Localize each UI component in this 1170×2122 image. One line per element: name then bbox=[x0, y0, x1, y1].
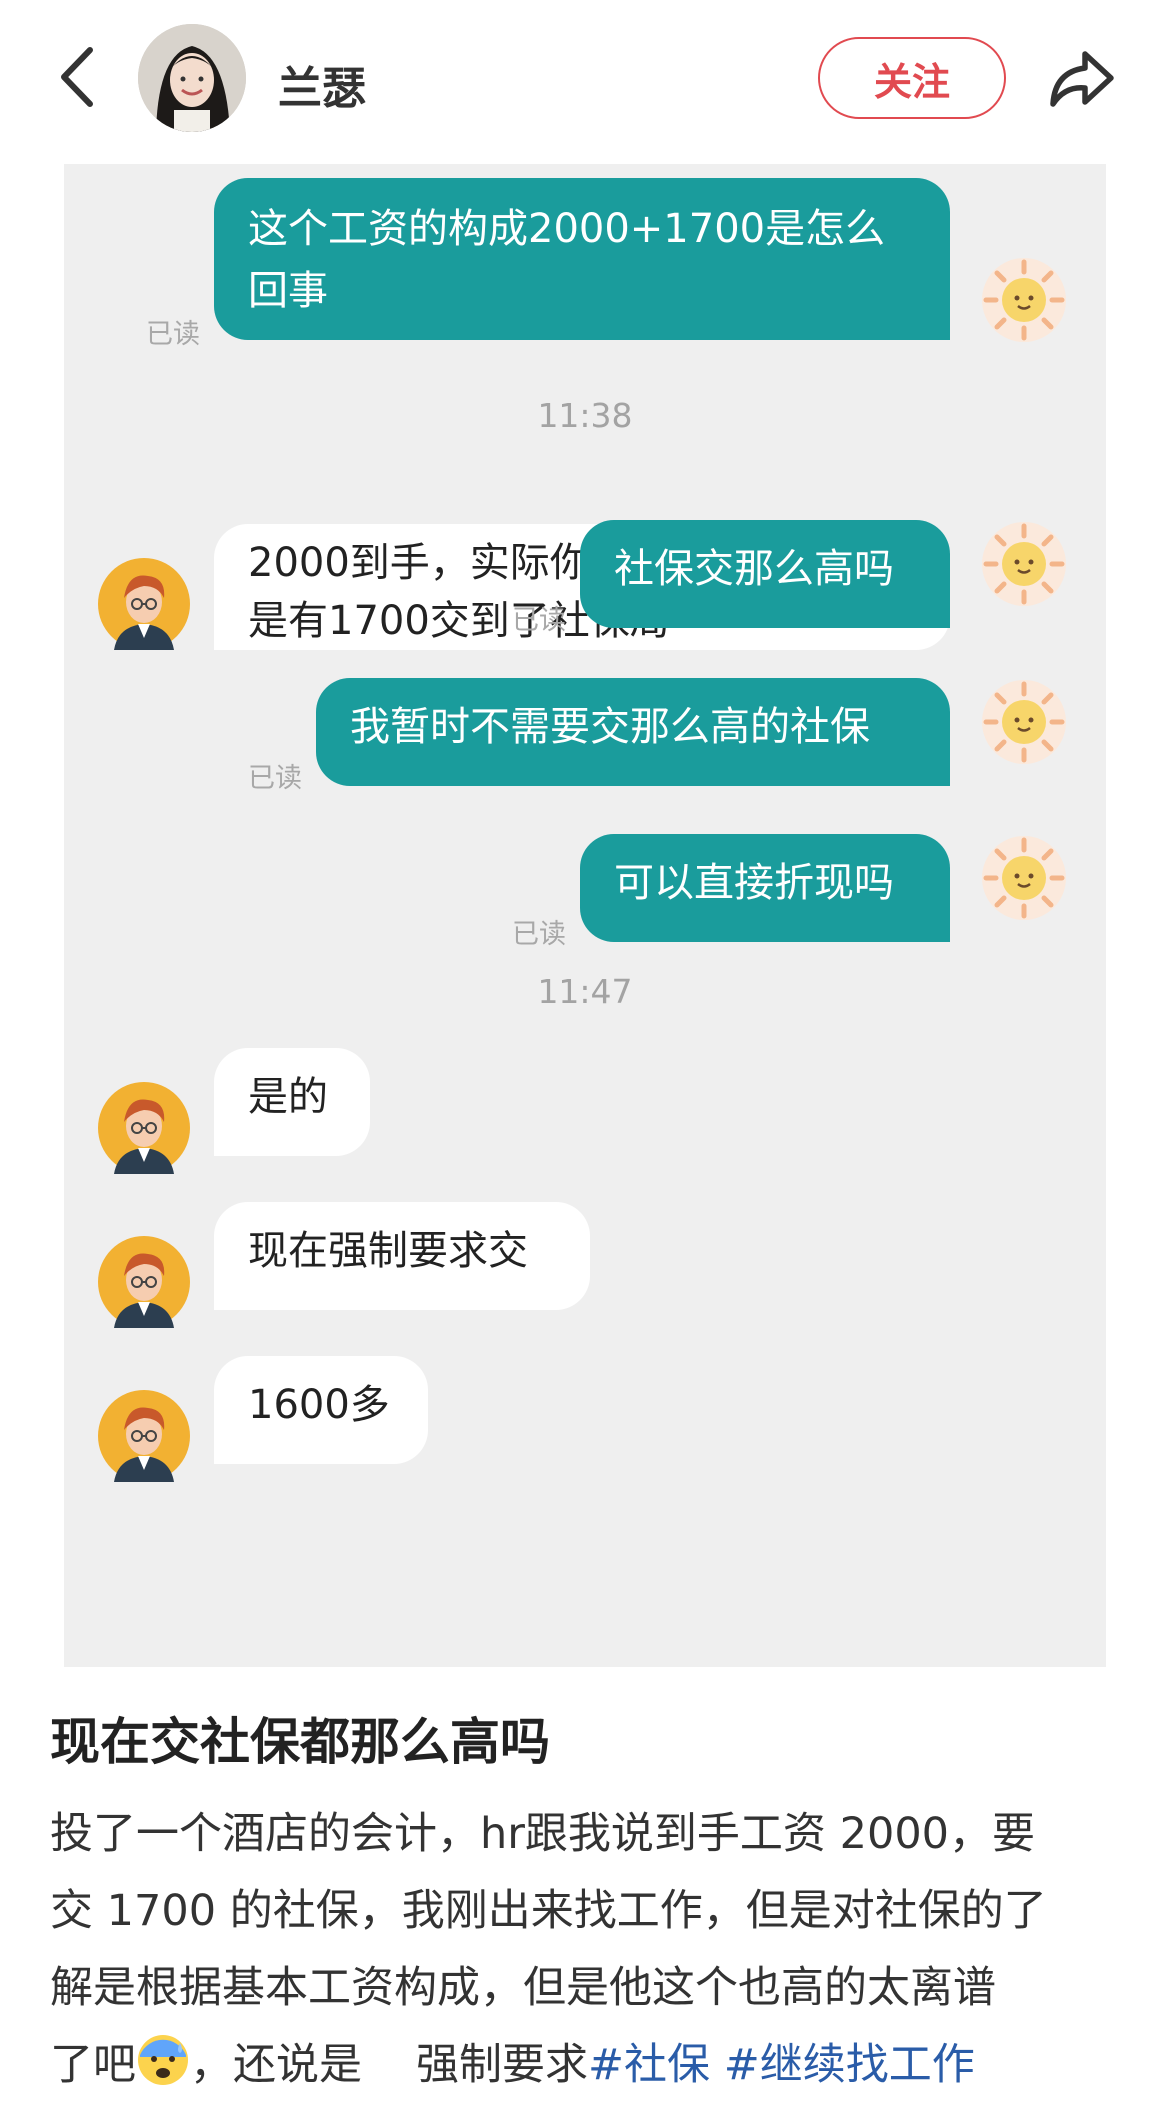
sun-avatar-icon bbox=[982, 836, 1066, 920]
hr-avatar-icon bbox=[98, 1236, 190, 1328]
message-bubble-sent: 社保交那么高吗 bbox=[580, 520, 950, 628]
post-body-last-line: 了吧 ，还说是 强制要求#社保 #继续找工作 bbox=[50, 2027, 1130, 2104]
back-arrow-icon[interactable] bbox=[50, 42, 110, 112]
message-bubble-received: 是的 bbox=[214, 1048, 370, 1156]
post-body: 投了一个酒店的会计，hr跟我说到手工资 2000，要 交 1700 的社保，我刚… bbox=[50, 1796, 1130, 2104]
post-body-line: 解是根据基本工资构成，但是他这个也高的太离谱 bbox=[50, 1963, 996, 2013]
author-name[interactable]: 兰瑟 bbox=[278, 52, 366, 116]
hr-avatar-icon bbox=[98, 1390, 190, 1482]
read-receipt: 已读 bbox=[512, 919, 566, 950]
message-bubble-sent: 我暂时不需要交那么高的社保 bbox=[316, 678, 950, 786]
read-receipt: 已读 bbox=[512, 605, 566, 636]
redacted-block bbox=[362, 2039, 416, 2085]
post-title: 现在交社保都那么高吗 bbox=[50, 1713, 550, 1771]
follow-button[interactable]: 关注 bbox=[818, 37, 1006, 119]
read-receipt: 已读 bbox=[146, 319, 200, 350]
message-bubble-sent: 可以直接折现吗 bbox=[580, 834, 950, 942]
hashtag-link[interactable]: #社保 bbox=[588, 2040, 710, 2090]
sun-avatar-icon bbox=[982, 258, 1066, 342]
sun-avatar-icon bbox=[982, 522, 1066, 606]
post-body-line: 交 1700 的社保，我刚出来找工作，但是对社保的了 bbox=[50, 1886, 1047, 1936]
read-receipt: 已读 bbox=[248, 763, 302, 794]
message-bubble-received: 现在强制要求交 bbox=[214, 1202, 590, 1310]
timestamp: 11:38 bbox=[537, 396, 633, 435]
hashtag-link[interactable]: #继续找工作 bbox=[724, 2040, 975, 2090]
top-bar: 兰瑟 关注 bbox=[0, 0, 1170, 160]
message-bubble-sent: 这个工资的构成2000+1700是怎么 回事 bbox=[214, 178, 950, 340]
post-body-line: 投了一个酒店的会计，hr跟我说到手工资 2000，要 bbox=[50, 1809, 1036, 1859]
hr-avatar-icon bbox=[98, 1082, 190, 1174]
share-icon[interactable] bbox=[1045, 44, 1117, 114]
anxious-sweat-emoji-icon bbox=[138, 2035, 188, 2085]
chat-screenshot: 这个工资的构成2000+1700是怎么 回事 已读 11:38 2000到手，实… bbox=[64, 164, 1106, 1667]
timestamp: 11:47 bbox=[537, 972, 633, 1011]
author-avatar[interactable] bbox=[138, 24, 246, 132]
sun-avatar-icon bbox=[982, 680, 1066, 764]
message-bubble-received: 1600多 bbox=[214, 1356, 428, 1464]
hr-avatar-icon bbox=[98, 558, 190, 650]
